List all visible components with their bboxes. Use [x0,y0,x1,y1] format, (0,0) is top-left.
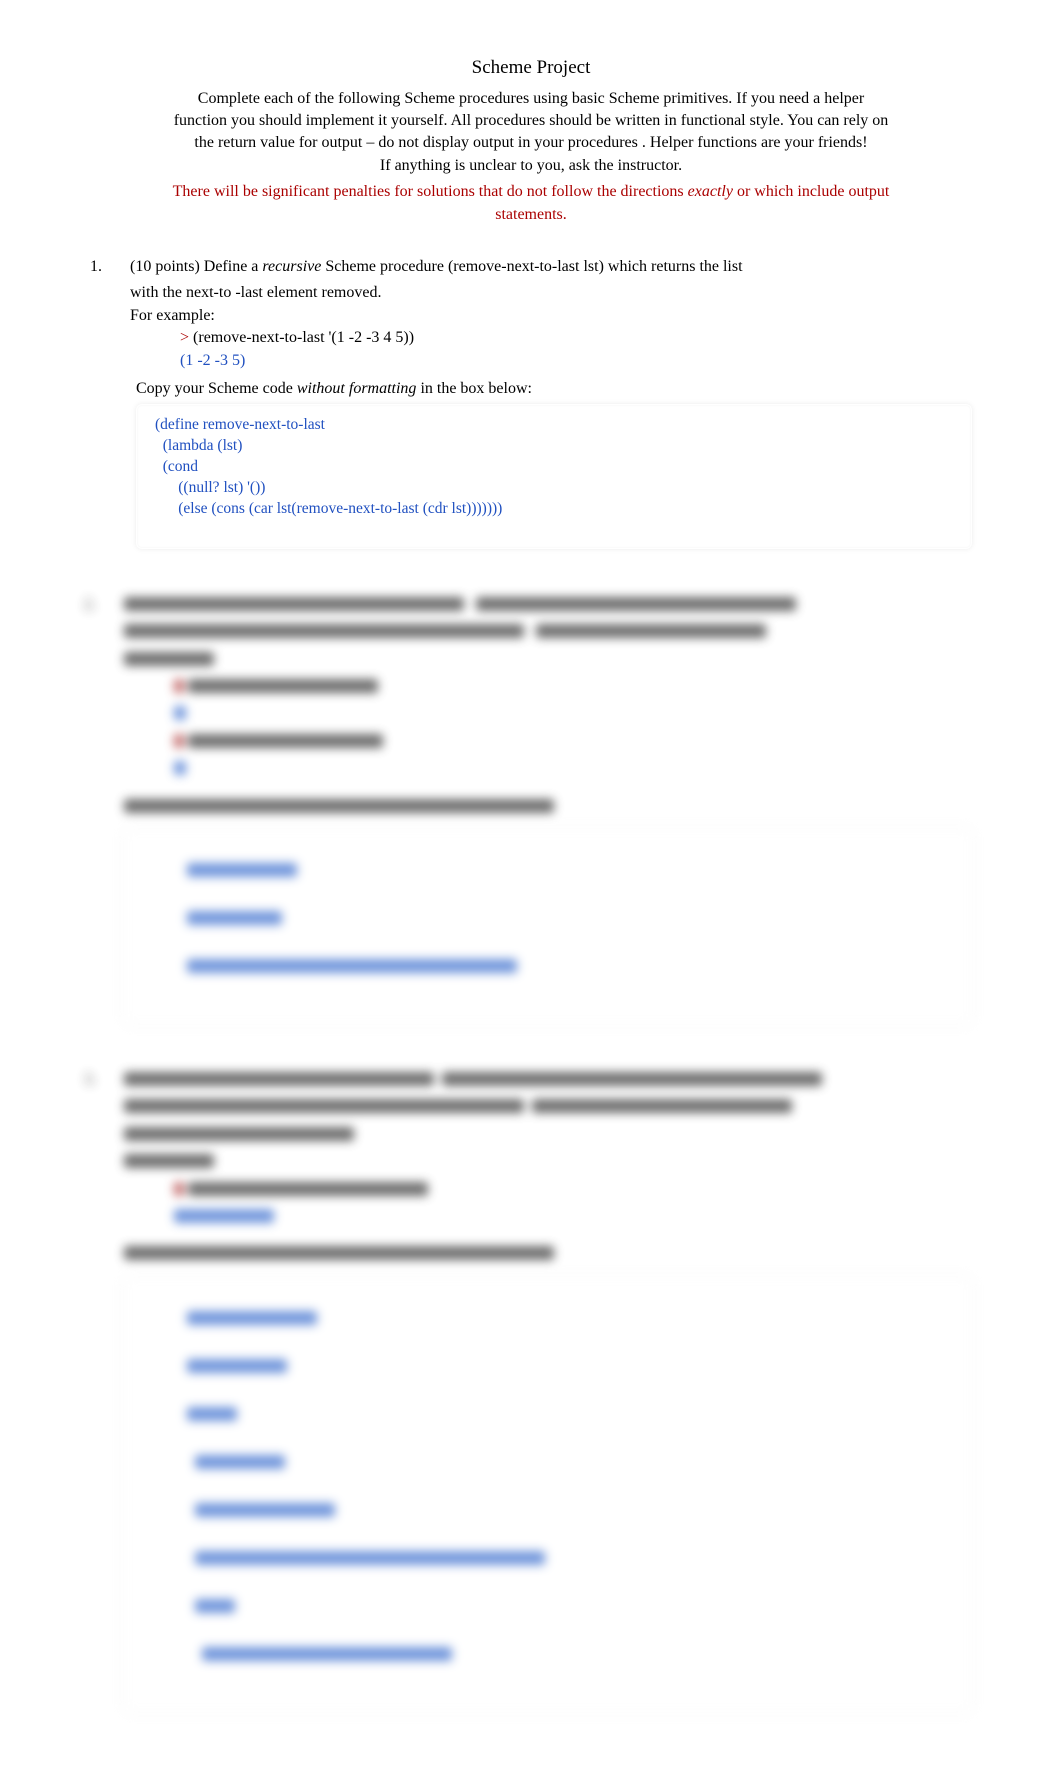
repl-output: (1 -2 -3 5) [180,350,972,372]
q1-proc: (remove-next-to-last lst) [448,258,604,275]
intro-text: basic Scheme primitives [572,90,728,107]
blurred-question-3: 3. [84,1069,972,1712]
question-text: (10 points) Define a recursive Scheme pr… [130,256,972,278]
intro-text: the return value for output – do not dis… [90,132,972,154]
warning-post: or which include output [733,183,889,200]
question-number: 2. [84,594,104,1024]
intro-text: function you should implement it yoursel… [90,110,972,132]
repl-call: (remove-next-to-last '(1 -2 -3 4 5)) [189,329,414,346]
warning-pre: There will be significant penalties for … [173,183,688,200]
answer-box-3 [124,1277,972,1712]
page-title: Scheme Project [90,55,972,82]
copy-em: without formatting [297,380,417,397]
copy-instruction: Copy your Scheme code without formatting… [136,378,972,400]
warning-line2: statements. [495,206,567,223]
copy-pre: Copy your Scheme code [136,380,297,397]
q1-points: (10 points) Define a [130,258,262,275]
answer-box-2 [124,829,972,1024]
question-1: 1. (10 points) Define a recursive Scheme… [90,256,972,549]
q1-for-example: For example: [130,305,972,327]
answer-box-1[interactable]: (define remove-next-to-last (lambda (lst… [136,404,972,549]
warning-em: exactly [688,183,733,200]
intro-paragraph: Complete each of the following Scheme pr… [90,88,972,178]
q1-line2: with the next-to -last element removed. [130,282,972,304]
question-number: 3. [84,1069,104,1712]
blurred-question-2: 2. [84,594,972,1024]
repl-prompt: > [180,329,189,346]
q1-tail: which returns the list [604,258,743,275]
copy-post: in the box below: [416,380,532,397]
intro-text: If anything is unclear to you, ask the i… [90,155,972,177]
intro-text: . If you need a helper [728,90,864,107]
q1-mid: Scheme procedure [321,258,448,275]
question-number: 1. [90,256,110,549]
intro-text: Complete each of the following Scheme pr… [198,90,572,107]
warning-text: There will be significant penalties for … [90,181,972,226]
q1-recursive: recursive [262,258,321,275]
